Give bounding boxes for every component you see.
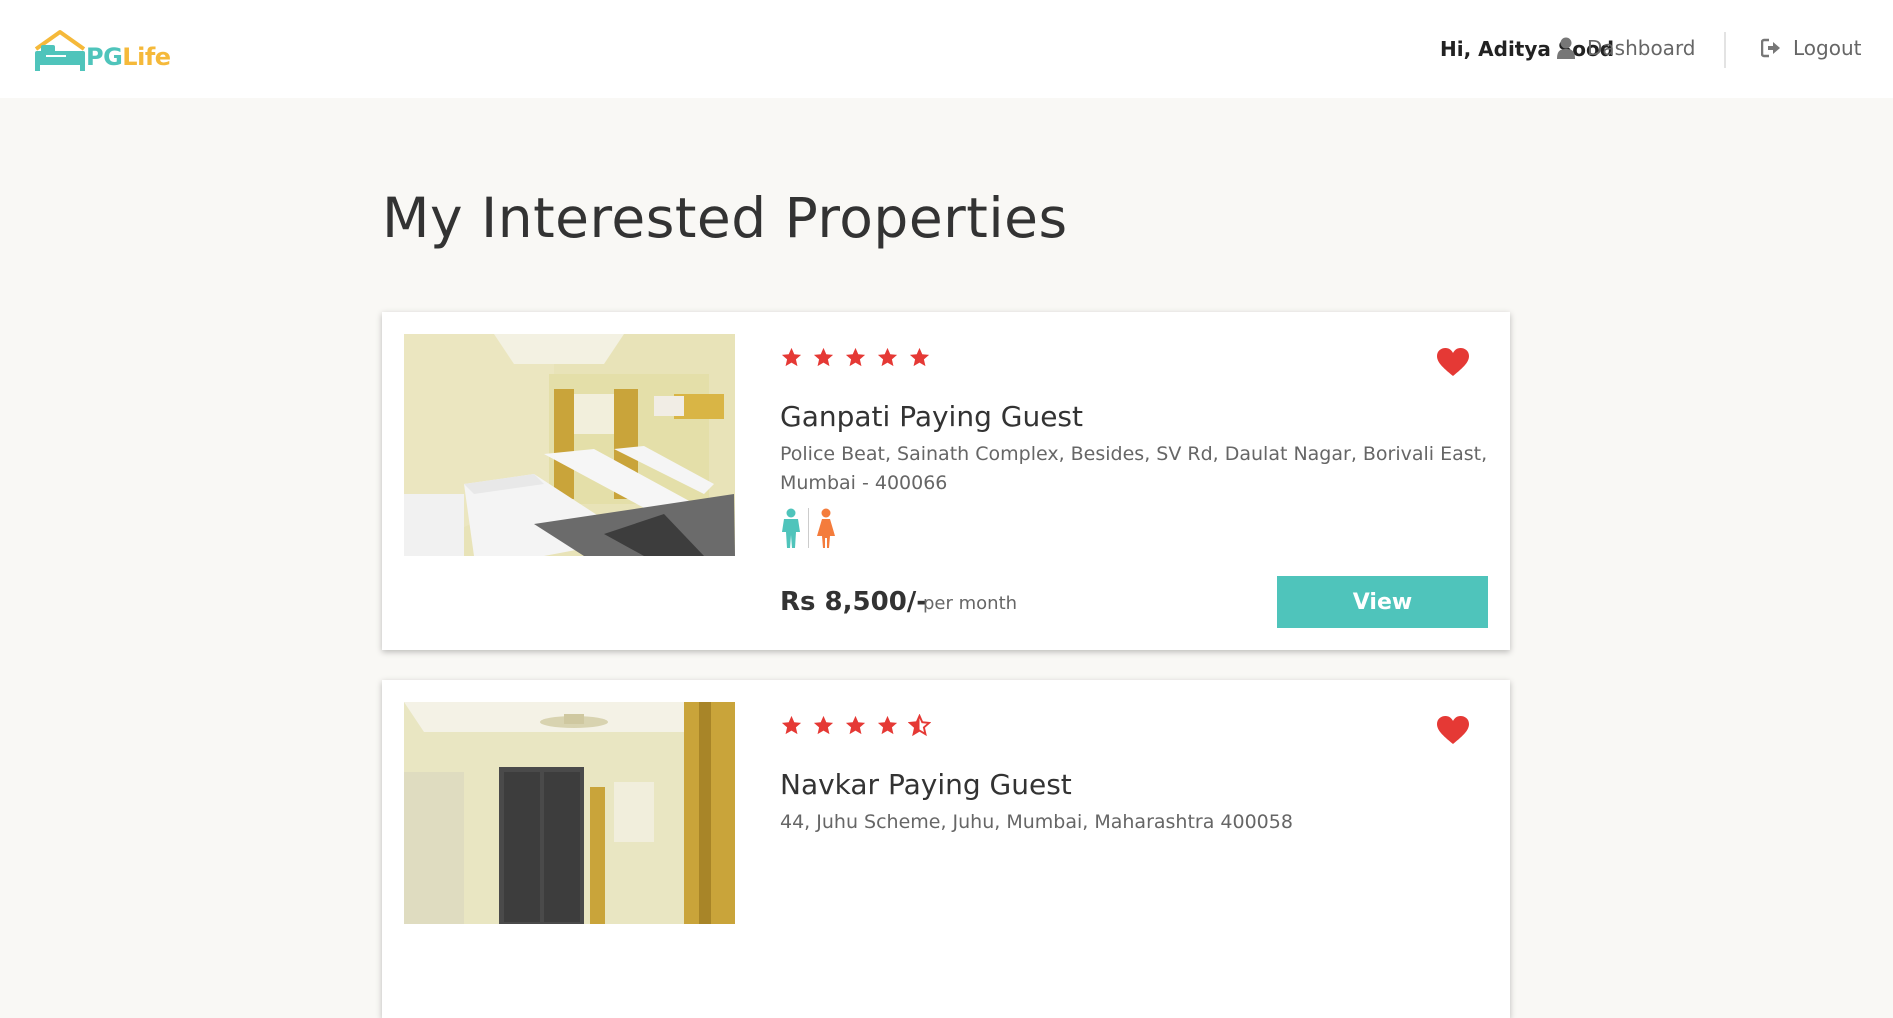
property-name[interactable]: Navkar Paying Guest: [780, 768, 1072, 801]
property-photo: [404, 334, 735, 556]
star-full-icon: [845, 715, 866, 735]
user-icon: [1557, 37, 1575, 59]
property-image[interactable]: [404, 702, 735, 924]
star-full-icon: [813, 347, 834, 367]
star-full-icon: [909, 347, 930, 367]
property-card: Ganpati Paying Guest Police Beat, Sainat…: [382, 312, 1510, 650]
star-full-icon: [781, 347, 802, 367]
property-photo: [404, 702, 735, 924]
heart-icon[interactable]: [1436, 715, 1470, 745]
header: PGLife Hi, Aditya Sood Dashboard Logout: [0, 0, 1893, 98]
view-button[interactable]: View: [1277, 576, 1488, 628]
gender-indicator: [780, 508, 837, 548]
property-name[interactable]: Ganpati Paying Guest: [780, 400, 1083, 433]
star-full-icon: [813, 715, 834, 735]
page-title: My Interested Properties: [382, 186, 1068, 250]
star-full-icon: [845, 347, 866, 367]
property-details: Ganpati Paying Guest Police Beat, Sainat…: [780, 312, 1490, 650]
property-address: 44, Juhu Scheme, Juhu, Mumbai, Maharasht…: [780, 811, 1293, 833]
price-unit: per month: [923, 593, 1018, 614]
logo-pg-text: PG: [86, 43, 123, 71]
property-details: Navkar Paying Guest 44, Juhu Scheme, Juh…: [780, 680, 1490, 1018]
star-full-icon: [877, 347, 898, 367]
heart-icon[interactable]: [1436, 347, 1470, 377]
rating-stars: [780, 714, 931, 737]
property-card: Navkar Paying Guest 44, Juhu Scheme, Juh…: [382, 680, 1510, 1018]
logo-life-text: Life: [122, 43, 171, 71]
logout-link[interactable]: Logout: [1761, 36, 1861, 60]
dashboard-link[interactable]: Dashboard: [1557, 36, 1696, 60]
logo-text: PGLife: [86, 43, 171, 71]
male-icon: [782, 508, 800, 548]
rating-stars: [780, 346, 931, 369]
star-full-icon: [781, 715, 802, 735]
pglife-logo[interactable]: PGLife: [32, 29, 182, 75]
property-price: Rs 8,500/-: [780, 587, 928, 617]
logout-label: Logout: [1793, 36, 1862, 60]
sign-out-icon: [1761, 38, 1780, 58]
dashboard-label: Dashboard: [1587, 36, 1696, 60]
property-address: Police Beat, Sainath Complex, Besides, S…: [780, 443, 1488, 494]
gender-separator: [808, 508, 809, 548]
star-half-icon: [908, 714, 931, 737]
house-bed-icon: [34, 30, 86, 71]
property-image[interactable]: [404, 334, 735, 556]
nav-divider: [1724, 32, 1726, 68]
star-full-icon: [877, 715, 898, 735]
female-icon: [817, 508, 835, 548]
